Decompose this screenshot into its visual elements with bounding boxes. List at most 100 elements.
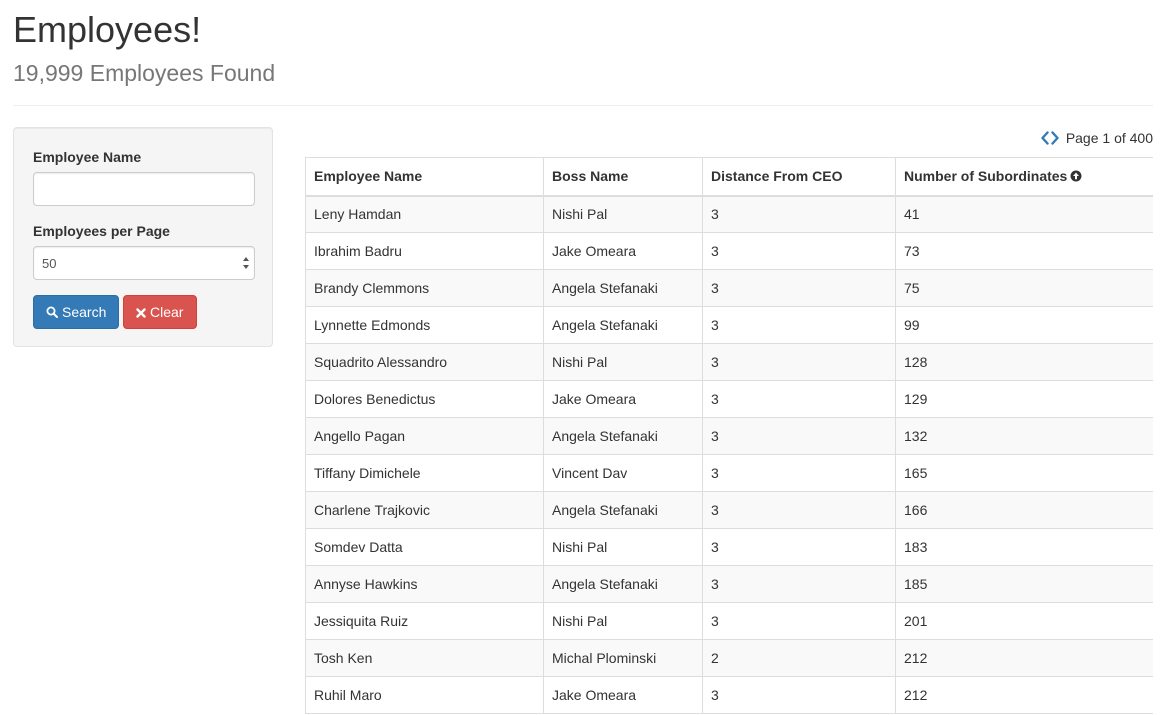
distance-from-ceo-cell: 3: [702, 343, 896, 381]
filter-panel: Employee Name Employees per Page 50 Sear…: [13, 127, 273, 347]
employees-per-page-select[interactable]: 50: [33, 246, 255, 280]
employee-name-cell: Somdev Datta: [305, 528, 544, 566]
employee-name-cell: Dolores Benedictus: [305, 380, 544, 418]
distance-from-ceo-cell: 3: [702, 565, 896, 603]
table-row: Angello Pagan Angela Stefanaki 3 132: [305, 417, 1153, 455]
subordinates-count-cell: 99: [895, 306, 1153, 344]
subordinates-count-cell: 185: [895, 565, 1153, 603]
subordinates-count-cell: 212: [895, 639, 1153, 677]
employee-name-cell: Lynnette Edmonds: [305, 306, 544, 344]
column-header-distance-from-ceo[interactable]: Distance From CEO: [702, 157, 896, 197]
boss-name-cell: Angela Stefanaki: [543, 269, 703, 307]
column-header-number-of-subordinates[interactable]: Number of Subordinates: [895, 157, 1153, 197]
table-row: Charlene Trajkovic Angela Stefanaki 3 166: [305, 491, 1153, 529]
distance-from-ceo-cell: 2: [702, 639, 896, 677]
table-row: Ibrahim Badru Jake Omeara 3 73: [305, 232, 1153, 270]
boss-name-cell: Jake Omeara: [543, 676, 703, 714]
distance-from-ceo-cell: 3: [702, 528, 896, 566]
employee-name-cell: Ruhil Maro: [305, 676, 544, 714]
table-row: Tosh Ken Michal Plominski 2 212: [305, 639, 1153, 677]
employee-name-cell: Annyse Hawkins: [305, 565, 544, 603]
table-row: Jessiquita Ruiz Nishi Pal 3 201: [305, 602, 1153, 640]
header-divider: [13, 105, 1153, 106]
distance-from-ceo-cell: 3: [702, 380, 896, 418]
subordinates-count-cell: 212: [895, 676, 1153, 714]
boss-name-cell: Michal Plominski: [543, 639, 703, 677]
subordinates-count-cell: 129: [895, 380, 1153, 418]
distance-from-ceo-cell: 3: [702, 491, 896, 529]
subordinates-count-cell: 75: [895, 269, 1153, 307]
subordinates-count-cell: 128: [895, 343, 1153, 381]
arrow-circle-up-icon: [1070, 170, 1082, 182]
employees-per-page-label: Employees per Page: [33, 223, 170, 239]
distance-from-ceo-cell: 3: [702, 269, 896, 307]
table-row: Lynnette Edmonds Angela Stefanaki 3 99: [305, 306, 1153, 344]
subordinates-count-cell: 41: [895, 195, 1153, 233]
boss-name-cell: Angela Stefanaki: [543, 417, 703, 455]
column-header-label: Number of Subordinates: [904, 168, 1068, 185]
table-row: Somdev Datta Nishi Pal 3 183: [305, 528, 1153, 566]
employee-name-cell: Leny Hamdan: [305, 195, 544, 233]
column-header-boss-name[interactable]: Boss Name: [543, 157, 703, 197]
employee-name-cell: Tiffany Dimichele: [305, 454, 544, 492]
boss-name-cell: Vincent Dav: [543, 454, 703, 492]
subordinates-count-cell: 73: [895, 232, 1153, 270]
subordinates-count-cell: 166: [895, 491, 1153, 529]
search-icon: [46, 306, 58, 318]
table-row: Annyse Hawkins Angela Stefanaki 3 185: [305, 565, 1153, 603]
table-row: Leny Hamdan Nishi Pal 3 41: [305, 195, 1153, 233]
employee-name-cell: Brandy Clemmons: [305, 269, 544, 307]
distance-from-ceo-cell: 3: [702, 676, 896, 714]
boss-name-cell: Nishi Pal: [543, 528, 703, 566]
per-page-selected-value: 50: [42, 256, 57, 271]
column-header-label: Boss Name: [552, 168, 629, 185]
column-header-employee-name[interactable]: Employee Name: [305, 157, 544, 197]
subordinates-count-cell: 201: [895, 602, 1153, 640]
results-count: 19,999 Employees Found: [13, 60, 276, 86]
subordinates-count-cell: 132: [895, 417, 1153, 455]
distance-from-ceo-cell: 3: [702, 417, 896, 455]
select-arrows-icon: [243, 257, 249, 269]
boss-name-cell: Nishi Pal: [543, 195, 703, 233]
table-row: Squadrito Alessandro Nishi Pal 3 128: [305, 343, 1153, 381]
search-button[interactable]: Search: [33, 295, 119, 329]
employee-name-cell: Squadrito Alessandro: [305, 343, 544, 381]
distance-from-ceo-cell: 3: [702, 454, 896, 492]
employees-page: Employees! 19,999 Employees Found Employ…: [0, 0, 1168, 715]
search-button-label: Search: [62, 304, 107, 320]
distance-from-ceo-cell: 3: [702, 306, 896, 344]
boss-name-cell: Nishi Pal: [543, 343, 703, 381]
table-row: Ruhil Maro Jake Omeara 3 212: [305, 676, 1153, 714]
table-row: Dolores Benedictus Jake Omeara 3 129: [305, 380, 1153, 418]
chevron-left-icon[interactable]: [1040, 131, 1050, 145]
subordinates-count-cell: 183: [895, 528, 1153, 566]
table-header-row: Employee Name Boss Name Distance From CE…: [305, 157, 1153, 197]
boss-name-cell: Angela Stefanaki: [543, 565, 703, 603]
employee-name-label: Employee Name: [33, 149, 142, 165]
distance-from-ceo-cell: 3: [702, 602, 896, 640]
pagination: Page 1 of 400: [1040, 128, 1153, 148]
boss-name-cell: Jake Omeara: [543, 380, 703, 418]
employee-name-cell: Tosh Ken: [305, 639, 544, 677]
boss-name-cell: Jake Omeara: [543, 232, 703, 270]
employee-table: Employee Name Boss Name Distance From CE…: [305, 157, 1153, 714]
employee-name-cell: Charlene Trajkovic: [305, 491, 544, 529]
chevron-right-icon[interactable]: [1050, 131, 1060, 145]
page-indicator: Page 1 of 400: [1065, 130, 1153, 146]
clear-button[interactable]: Clear: [123, 295, 197, 329]
employee-name-input[interactable]: [33, 172, 255, 206]
clear-button-label: Clear: [150, 304, 184, 320]
boss-name-cell: Angela Stefanaki: [543, 491, 703, 529]
boss-name-cell: Nishi Pal: [543, 602, 703, 640]
subordinates-count-cell: 165: [895, 454, 1153, 492]
column-header-label: Employee Name: [314, 168, 423, 185]
employee-name-cell: Angello Pagan: [305, 417, 544, 455]
column-header-label: Distance From CEO: [711, 168, 843, 185]
page-title: Employees!: [13, 9, 202, 50]
table-row: Tiffany Dimichele Vincent Dav 3 165: [305, 454, 1153, 492]
employee-name-cell: Jessiquita Ruiz: [305, 602, 544, 640]
employee-table-container: Employee Name Boss Name Distance From CE…: [305, 157, 1153, 715]
boss-name-cell: Angela Stefanaki: [543, 306, 703, 344]
distance-from-ceo-cell: 3: [702, 195, 896, 233]
distance-from-ceo-cell: 3: [702, 232, 896, 270]
